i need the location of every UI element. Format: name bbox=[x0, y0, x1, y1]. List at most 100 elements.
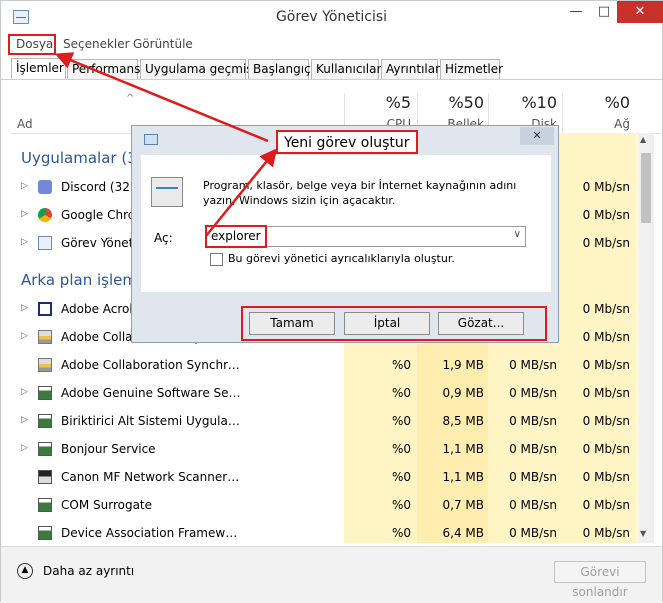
network-value: 0 Mb/sn bbox=[582, 208, 630, 222]
close-button[interactable]: ✕ bbox=[617, 1, 663, 23]
memory-value: 1,1 MB bbox=[442, 470, 484, 484]
admin-checkbox-label[interactable]: Bu görevi yönetici ayrıcalıklarıyla oluş… bbox=[228, 252, 455, 265]
table-row[interactable]: Adobe Collaboration Synchronizer %0 1,9 … bbox=[11, 351, 637, 379]
memory-value: 0,7 MB bbox=[442, 498, 484, 512]
network-value: 0 Mb/sn bbox=[582, 330, 630, 344]
cpu-value: %0 bbox=[391, 526, 411, 540]
table-row[interactable]: Canon MF Network Scanner Selector %0 1,1… bbox=[11, 463, 637, 491]
task-manager-icon bbox=[38, 236, 52, 250]
browse-button[interactable]: Gözat... bbox=[438, 312, 524, 335]
table-row[interactable]: ▷ Bonjour Service %0 1,1 MB 0 MB/sn 0 Mb… bbox=[11, 435, 637, 463]
maximize-button[interactable]: □ bbox=[591, 1, 617, 23]
run-program-icon bbox=[151, 177, 183, 207]
process-name: Adobe Genuine Software Service bbox=[61, 386, 241, 400]
table-row[interactable]: ▷ Biriktirici Alt Sistemi Uygulaması %0 … bbox=[11, 407, 637, 435]
sort-arrow-icon: ^ bbox=[126, 93, 135, 104]
tab-islemler[interactable]: İşlemler bbox=[11, 58, 66, 79]
expand-icon[interactable]: ▷ bbox=[21, 303, 28, 313]
memory-value: 6,4 MB bbox=[442, 526, 484, 540]
section-apps[interactable]: Uygulamalar (3) bbox=[21, 149, 143, 167]
tab-baslangic[interactable]: Başlangıç bbox=[248, 59, 311, 79]
cpu-percent[interactable]: %5 bbox=[341, 93, 411, 112]
cpu-value: %0 bbox=[391, 470, 411, 484]
scanner-icon bbox=[38, 470, 52, 484]
network-label: Ağ bbox=[614, 117, 630, 131]
network-value: 0 Mb/sn bbox=[582, 236, 630, 250]
process-name: Adobe Collaboration Synchronizer bbox=[61, 358, 241, 372]
memory-value: 8,5 MB bbox=[442, 414, 484, 428]
tab-performans[interactable]: Performans bbox=[67, 59, 140, 79]
service-icon bbox=[38, 498, 52, 512]
disk-value: 0 MB/sn bbox=[509, 386, 557, 400]
vertical-scrollbar[interactable]: ▲ ▼ bbox=[638, 133, 654, 543]
window-icon bbox=[38, 302, 52, 316]
admin-checkbox[interactable] bbox=[210, 253, 223, 266]
disk-value: 0 MB/sn bbox=[509, 442, 557, 456]
disk-value: 0 MB/sn bbox=[509, 470, 557, 484]
dialog-body: Program, klasör, belge veya bir İnternet… bbox=[141, 155, 551, 292]
memory-value: 1,1 MB bbox=[442, 442, 484, 456]
service-icon bbox=[38, 526, 52, 540]
dialog-close-button[interactable]: ✕ bbox=[520, 127, 554, 145]
menu-secenekler[interactable]: Seçenekler bbox=[63, 37, 130, 51]
printer-icon bbox=[38, 330, 52, 344]
expand-icon[interactable]: ▷ bbox=[21, 443, 28, 453]
open-input-value[interactable]: explorer bbox=[205, 225, 267, 248]
footer: ▲ Daha az ayrıntı Görevi sonlandır bbox=[1, 546, 662, 603]
network-value: 0 Mb/sn bbox=[582, 386, 630, 400]
fewer-details-link[interactable]: Daha az ayrıntı bbox=[43, 564, 134, 578]
process-name: COM Surrogate bbox=[61, 498, 153, 512]
network-value: 0 Mb/sn bbox=[582, 358, 630, 372]
network-value: 0 Mb/sn bbox=[582, 302, 630, 316]
process-name: Device Association Framework Provider Ho… bbox=[61, 526, 241, 540]
cpu-value: %0 bbox=[391, 358, 411, 372]
ok-button[interactable]: Tamam bbox=[249, 312, 335, 335]
cpu-value: %0 bbox=[391, 442, 411, 456]
dialog-description: Program, klasör, belge veya bir İnternet… bbox=[203, 179, 517, 207]
cancel-button[interactable]: İptal bbox=[344, 312, 430, 335]
menu-bar: Dosya Seçenekler Görüntüle bbox=[1, 35, 662, 55]
minimize-button[interactable]: — bbox=[563, 1, 589, 23]
chevron-up-icon[interactable]: ▲ bbox=[17, 563, 33, 579]
expand-icon[interactable]: ▷ bbox=[21, 387, 28, 397]
end-task-button[interactable]: Görevi sonlandır bbox=[554, 561, 646, 599]
expand-icon[interactable]: ▷ bbox=[21, 209, 28, 219]
title-bar: Görev Yöneticisi — □ ✕ bbox=[1, 1, 663, 35]
run-icon bbox=[144, 134, 158, 145]
table-row[interactable]: Device Association Framework Provider Ho… bbox=[11, 519, 637, 543]
process-name: Bonjour Service bbox=[61, 442, 156, 456]
table-row[interactable]: ▷ Adobe Genuine Software Service %0 0,9 … bbox=[11, 379, 637, 407]
network-value: 0 Mb/sn bbox=[582, 526, 630, 540]
tab-uygulama-gecmisi[interactable]: Uygulama geçmişi bbox=[140, 59, 256, 79]
disk-percent[interactable]: %10 bbox=[487, 93, 557, 112]
open-label: Aç: bbox=[154, 231, 173, 245]
network-percent[interactable]: %0 bbox=[560, 93, 630, 112]
open-combobox[interactable]: explorer ∨ bbox=[205, 225, 526, 248]
tab-kullanicilar[interactable]: Kullanıcılar bbox=[311, 59, 381, 79]
expand-icon[interactable]: ▷ bbox=[21, 181, 28, 191]
tab-ayrintilar[interactable]: Ayrıntılar bbox=[381, 59, 440, 79]
menu-goruntule[interactable]: Görüntüle bbox=[133, 37, 193, 51]
table-row[interactable]: COM Surrogate %0 0,7 MB 0 MB/sn 0 Mb/sn bbox=[11, 491, 637, 519]
discord-icon bbox=[38, 180, 52, 194]
expand-icon[interactable]: ▷ bbox=[21, 331, 28, 341]
scroll-up-icon[interactable]: ▲ bbox=[640, 135, 646, 144]
network-value: 0 Mb/sn bbox=[582, 442, 630, 456]
memory-value: 0,9 MB bbox=[442, 386, 484, 400]
disk-value: 0 MB/sn bbox=[509, 358, 557, 372]
chevron-down-icon[interactable]: ∨ bbox=[514, 229, 521, 240]
tab-hizmetler[interactable]: Hizmetler bbox=[440, 59, 503, 79]
scroll-thumb[interactable] bbox=[641, 153, 651, 223]
expand-icon[interactable]: ▷ bbox=[21, 415, 28, 425]
network-value: 0 Mb/sn bbox=[582, 414, 630, 428]
network-value: 0 Mb/sn bbox=[582, 470, 630, 484]
service-icon bbox=[38, 386, 52, 400]
chrome-icon bbox=[38, 208, 52, 222]
column-name[interactable]: Ad bbox=[17, 117, 33, 131]
disk-value: 0 MB/sn bbox=[509, 498, 557, 512]
expand-icon[interactable]: ▷ bbox=[21, 237, 28, 247]
scroll-down-icon[interactable]: ▼ bbox=[640, 529, 646, 538]
new-task-dialog: Yeni görev oluştur ✕ Program, klasör, be… bbox=[131, 125, 559, 343]
dialog-title: Yeni görev oluştur bbox=[276, 130, 418, 154]
memory-percent[interactable]: %50 bbox=[414, 93, 484, 112]
